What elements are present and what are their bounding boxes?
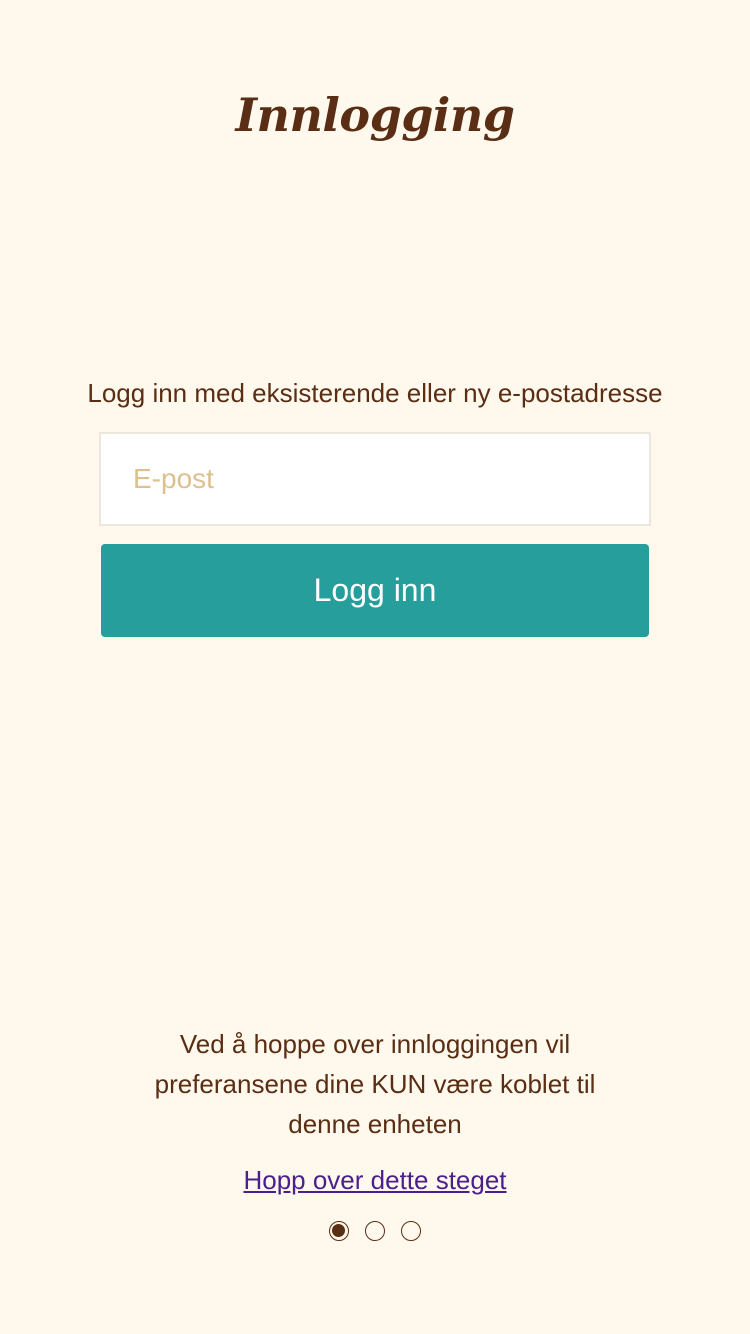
pagination-dot-3[interactable]	[401, 1221, 421, 1241]
page-title: Innlogging	[235, 88, 515, 142]
skip-info-text: Ved å hoppe over innloggingen vil prefer…	[154, 1029, 596, 1139]
skip-step-link[interactable]: Hopp over dette steget	[243, 1165, 506, 1195]
email-field[interactable]	[99, 432, 651, 526]
login-button[interactable]: Logg inn	[101, 544, 649, 637]
pagination-dot-1[interactable]	[329, 1221, 349, 1241]
pagination-dots	[0, 1221, 750, 1241]
skip-link-container: Hopp over dette steget	[0, 1160, 750, 1200]
pagination-dot-2[interactable]	[365, 1221, 385, 1241]
login-prompt: Logg inn med eksisterende eller ny e-pos…	[87, 378, 663, 408]
